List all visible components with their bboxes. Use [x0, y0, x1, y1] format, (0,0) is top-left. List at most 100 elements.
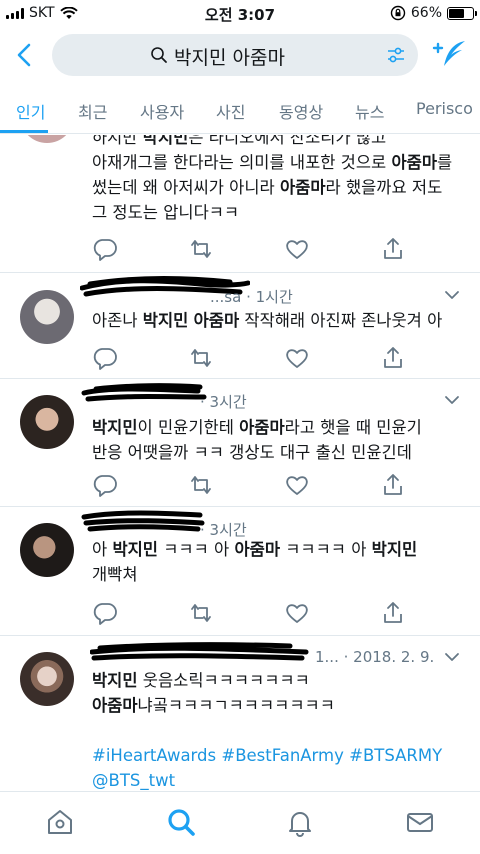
retweet-icon[interactable] — [188, 600, 214, 626]
text-segment: 아재개그를 한다라는 의미를 내포한 것으로 — [92, 153, 392, 172]
tweet-actions — [92, 600, 422, 626]
tweet-text: 하시만 박지민은 라디오에서 잔소리가 많고 아재개그를 한다라는 의미를 내포… — [92, 135, 462, 225]
text-segment: 그 정도는 압니다ㅋㅋ — [92, 203, 240, 222]
chevron-down-icon[interactable] — [444, 652, 460, 662]
tweet[interactable]: 1... · 2018. 2. 9. 박지민 웃음소릭ㅋㅋㅋㅋㅋㅋㅋ 아줌마냐곸… — [0, 636, 480, 791]
avatar[interactable] — [20, 523, 74, 577]
messages-icon[interactable] — [404, 806, 436, 838]
tweet[interactable]: · 3시간 박지민이 민윤기한테 아줌마라고 햇을 때 민윤기 반응 어땟을까 … — [0, 379, 480, 507]
notifications-icon[interactable] — [284, 806, 316, 838]
battery-fill — [449, 8, 465, 18]
search-icon[interactable] — [165, 806, 197, 838]
text-segment: ㅋㅋㅋㅋ 아 — [280, 540, 372, 559]
highlighted-term: 박지민 — [371, 540, 418, 559]
text-segment: 아존나 — [92, 311, 143, 330]
tweet-mention[interactable]: @BTS_twt — [92, 768, 462, 791]
like-icon[interactable] — [284, 236, 310, 262]
tweet-line: 박지민 웃음소릭ㅋㅋㅋㅋㅋㅋㅋ — [92, 668, 462, 693]
back-arrow-icon[interactable] — [10, 40, 40, 70]
tweet-line: 개빡쳐 — [92, 562, 462, 587]
redaction-scribble — [81, 383, 207, 402]
tab-top[interactable]: 인기 — [16, 99, 45, 123]
share-icon[interactable] — [380, 600, 406, 626]
retweet-icon[interactable] — [188, 472, 214, 498]
highlighted-term: 박지민 — [142, 135, 189, 147]
tweet-line: 아줌마냐곸ㅋㅋㅋㄱㅋㅋㅋㅋㅋㅋㅋ — [92, 693, 462, 718]
text-segment: 하시만 — [92, 135, 143, 147]
retweet-icon[interactable] — [188, 345, 214, 371]
tab-news[interactable]: 뉴스 — [355, 99, 384, 123]
share-icon[interactable] — [380, 236, 406, 262]
compose-tweet-icon[interactable] — [432, 38, 468, 72]
tweet-time: 1시간 — [255, 288, 293, 306]
highlighted-term: 아줌마 — [234, 540, 280, 559]
tab-periscope[interactable]: Perisco — [416, 99, 473, 118]
tweet-line: 아재개그를 한다라는 의미를 내포한 것으로 아줌마를 — [92, 150, 462, 175]
reply-icon[interactable] — [92, 472, 118, 498]
tweet-meta: ...sa · 1시간 — [210, 288, 293, 306]
tweet-hashtags[interactable]: #iHeartAwards #BestFanArmy #BTSARMY — [92, 743, 462, 768]
chevron-down-icon[interactable] — [444, 290, 460, 300]
tweet[interactable]: · 3시간 아 박지민 ㅋㅋㅋ 아 아줌마 ㅋㅋㅋㅋ 아 박지민 개빡쳐 — [0, 507, 480, 636]
tab-videos[interactable]: 동영상 — [279, 99, 323, 123]
tweet-line: 하시만 박지민은 라디오에서 잔소리가 많고 — [92, 135, 462, 150]
highlighted-term: 박지민 — [112, 540, 158, 559]
status-right: 66% — [390, 5, 477, 21]
retweet-icon[interactable] — [188, 236, 214, 262]
tweet[interactable]: ...sa · 1시간 아존나 박지민 아줌마 작작해래 아진짜 존나웃겨 아 — [0, 274, 480, 379]
home-icon[interactable] — [44, 806, 76, 838]
like-icon[interactable] — [284, 472, 310, 498]
search-icon — [151, 47, 167, 63]
text-segment: 웃음소릭ㅋㅋㅋㅋㅋㅋㅋ — [137, 671, 310, 690]
text-segment: 썼는데 왜 아저씨가 아니라 — [92, 178, 280, 197]
text-segment: 라고 햇을 때 민윤기 — [284, 418, 422, 437]
reply-icon[interactable] — [92, 600, 118, 626]
active-tab-indicator — [0, 130, 48, 133]
share-icon[interactable] — [380, 345, 406, 371]
share-icon[interactable] — [380, 472, 406, 498]
highlighted-term: 박지민 — [92, 418, 138, 437]
tweet[interactable]: 하시만 박지민은 라디오에서 잔소리가 많고 아재개그를 한다라는 의미를 내포… — [0, 135, 480, 273]
tweet-time: 3시간 — [209, 393, 247, 411]
text-segment: 를 — [437, 153, 453, 172]
tab-photos[interactable]: 사진 — [216, 99, 245, 123]
search-header: 박지민 아줌마 — [0, 28, 480, 84]
chevron-down-icon[interactable] — [444, 395, 460, 405]
text-segment: 이 민윤기한테 — [137, 418, 240, 437]
highlighted-term: 박지민 — [92, 671, 138, 690]
search-tabs: 인기 최근 사용자 사진 동영상 뉴스 Perisco — [0, 84, 480, 134]
text-segment: ㅋㅋㅋ 아 — [157, 540, 235, 559]
search-results-feed[interactable]: 하시만 박지민은 라디오에서 잔소리가 많고 아재개그를 한다라는 의미를 내포… — [0, 135, 480, 791]
search-query: 박지민 아줌마 — [174, 47, 285, 69]
battery-icon — [447, 6, 477, 20]
avatar[interactable] — [20, 395, 74, 449]
tweet-line: 박지민이 민윤기한테 아줌마라고 햇을 때 민윤기 — [92, 415, 462, 440]
highlighted-term: 아줌마 — [279, 178, 326, 197]
search-input[interactable]: 박지민 아줌마 — [52, 34, 418, 76]
tweet-handle: 1... — [315, 648, 339, 666]
text-segment[interactable]: @BTS_twt — [92, 771, 175, 790]
like-icon[interactable] — [284, 345, 310, 371]
tweet-line — [92, 718, 462, 743]
like-icon[interactable] — [284, 600, 310, 626]
text-segment: 아 — [92, 540, 113, 559]
text-segment: 개빡쳐 — [92, 565, 138, 584]
text-segment: 은 라디오에서 잔소리가 많고 — [188, 135, 387, 147]
tab-people[interactable]: 사용자 — [140, 99, 184, 123]
reply-icon[interactable] — [92, 236, 118, 262]
reply-icon[interactable] — [92, 345, 118, 371]
tweet-text: 아존나 박지민 아줌마 작작해래 아진짜 존나웃겨 아 — [92, 308, 462, 333]
text-segment: 라 했을까요 저도 — [325, 178, 443, 197]
tab-latest[interactable]: 최근 — [78, 99, 107, 123]
tweet-handle: ...sa — [210, 288, 242, 306]
avatar[interactable] — [20, 290, 74, 344]
bottom-navigation — [0, 791, 480, 854]
filter-sliders-icon[interactable] — [386, 45, 406, 65]
highlighted-term: 아줌마 — [239, 418, 285, 437]
avatar[interactable] — [20, 135, 74, 143]
tweet-line: 아존나 박지민 아줌마 작작해래 아진짜 존나웃겨 아 — [92, 308, 462, 333]
avatar[interactable] — [20, 652, 74, 706]
tweet-meta: 1... · 2018. 2. 9. — [315, 648, 435, 666]
tweet-actions — [92, 472, 422, 498]
text-segment[interactable]: #iHeartAwards #BestFanArmy #BTSARMY — [92, 746, 442, 765]
